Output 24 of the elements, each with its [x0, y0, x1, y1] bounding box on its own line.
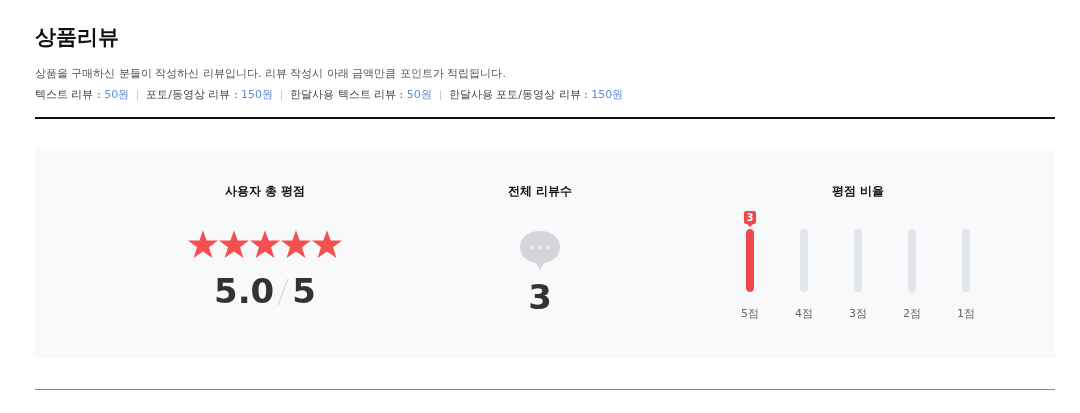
star-icon: [219, 230, 249, 259]
rating-heading: 사용자 총 평점: [224, 183, 306, 199]
star-icon: [250, 230, 280, 259]
point-info: 한달사용 텍스트 리뷰 : 50원: [290, 87, 432, 102]
max-score: 5: [292, 271, 316, 311]
bar-label: 2점: [903, 306, 921, 321]
point-info: 한달사용 포토/동영상 리뷰 : 150원: [448, 87, 624, 102]
star-icon: [188, 230, 218, 259]
description-text: 상품을 구매하신 분들이 작성하신 리뷰입니다. 리뷰 작성시 아래 금액만큼 포인트가 적립됩니다.: [35, 66, 507, 82]
reviews-heading: 전체 리뷰수: [507, 183, 573, 199]
point-info: 포토/동영상 리뷰 : 150원: [146, 87, 274, 102]
bar-label: 5점: [741, 306, 759, 321]
review-count: 3: [528, 277, 552, 317]
average-score: 5.0: [214, 271, 275, 311]
star-icon: [281, 230, 311, 259]
bar-label: 1점: [957, 306, 975, 321]
section-title: 상품리뷰: [35, 24, 120, 51]
speech-bubble-icon: [518, 229, 562, 271]
bar-label: 3점: [849, 306, 867, 321]
point-info: 텍스트 리뷰 : 50원: [35, 87, 130, 102]
bar-label: 4점: [795, 306, 813, 321]
star-icon: [312, 230, 342, 259]
count-badge: 3: [743, 211, 757, 224]
ratio-heading: 평점 비율: [831, 183, 885, 199]
